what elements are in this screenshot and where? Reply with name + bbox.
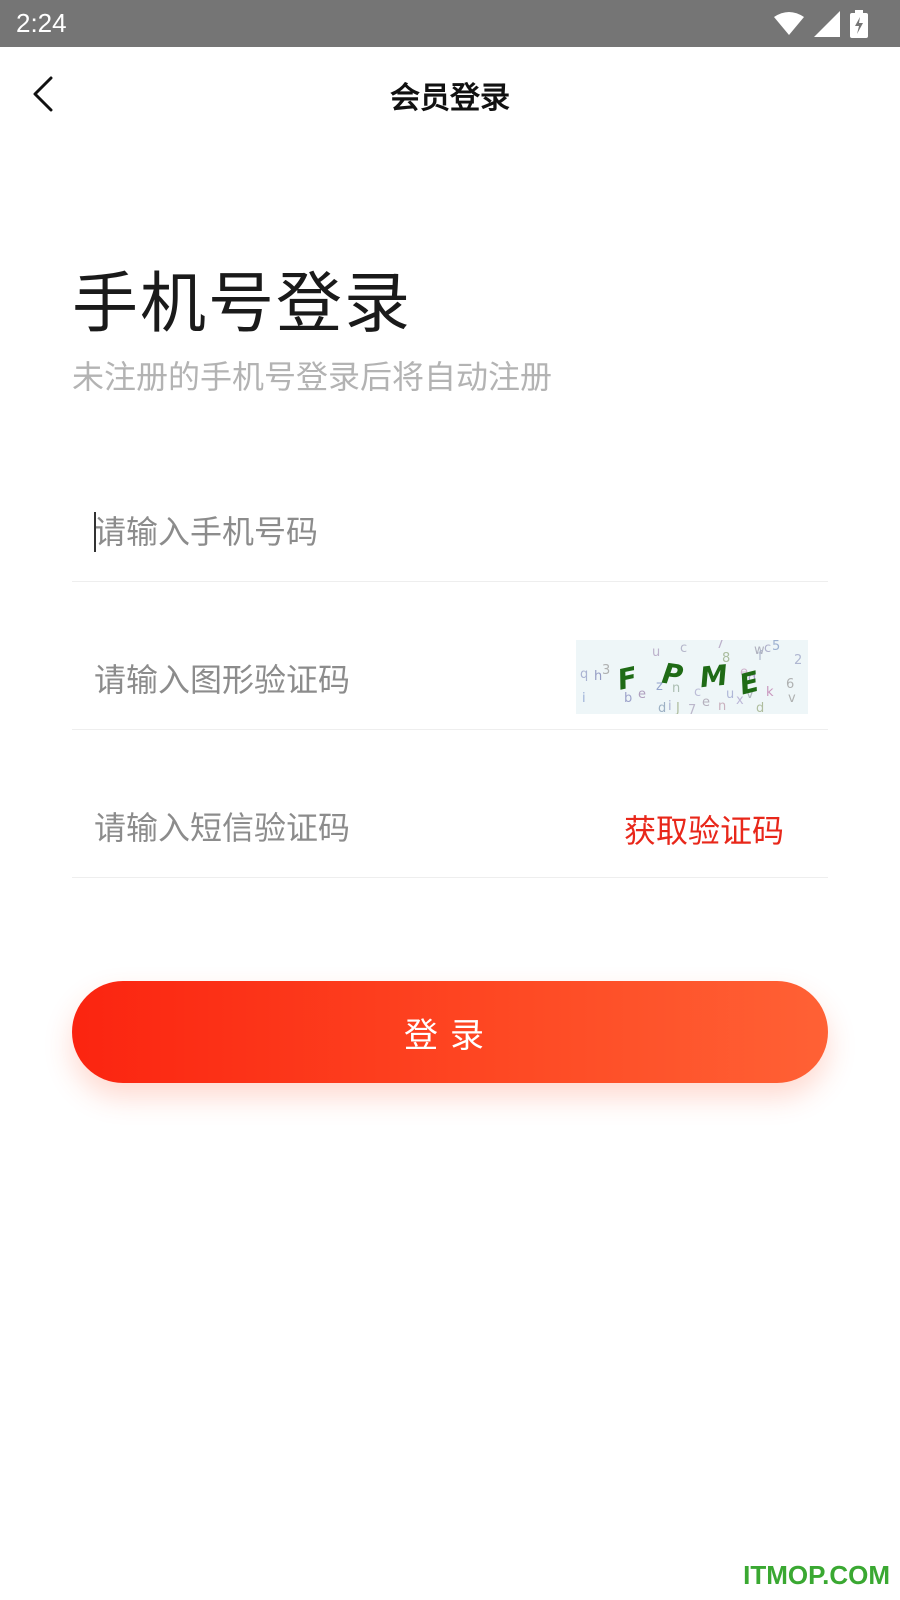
svg-text:e: e [702,695,710,710]
svg-text:h: h [594,669,602,684]
svg-text:q: q [580,667,588,682]
svg-text:3: 3 [602,663,610,678]
svg-text:d: d [658,701,666,714]
login-heading: 手机号登录 [72,265,412,342]
svg-text:c: c [764,641,771,656]
sms-field-row: 获取验证码 [72,778,828,878]
status-icons [774,9,868,38]
sms-code-input[interactable] [94,778,554,878]
svg-text:J: J [675,701,680,714]
wifi-icon [774,11,804,35]
svg-text:6: 6 [786,677,794,692]
login-button[interactable]: 登录 [72,981,828,1083]
captcha-image[interactable]: q h 3 i b e u d i z n J 7 c e n 8 u x e … [576,640,808,714]
nav-bar: 会员登录 [0,47,900,141]
watermark: ITMOP.COM [743,1560,890,1590]
phone-input[interactable] [94,482,554,582]
captcha-char: M [698,658,729,694]
battery-charging-icon [850,9,868,38]
svg-text:7: 7 [688,703,696,714]
page-title: 会员登录 [390,81,510,116]
status-time: 2:24 [16,8,67,38]
svg-text:v: v [788,691,796,706]
text-cursor [94,512,96,552]
svg-text:7: 7 [716,640,724,652]
svg-text:i: i [582,691,586,706]
svg-text:5: 5 [772,640,780,654]
get-sms-code-button[interactable]: 获取验证码 [624,806,784,852]
svg-text:u: u [652,645,660,660]
svg-text:c: c [680,641,687,656]
signal-icon [814,10,840,37]
svg-text:f: f [758,649,763,664]
svg-text:k: k [766,685,774,700]
svg-text:i: i [668,699,672,714]
login-subheading: 未注册的手机号登录后将自动注册 [72,358,553,396]
svg-text:2: 2 [794,653,802,668]
svg-text:d: d [756,701,764,714]
svg-text:n: n [718,699,726,714]
status-bar: 2:24 [0,0,900,47]
phone-field-row [72,482,828,582]
captcha-input[interactable] [94,630,554,730]
captcha-field-row: q h 3 i b e u d i z n J 7 c e n 8 u x e … [72,630,828,730]
